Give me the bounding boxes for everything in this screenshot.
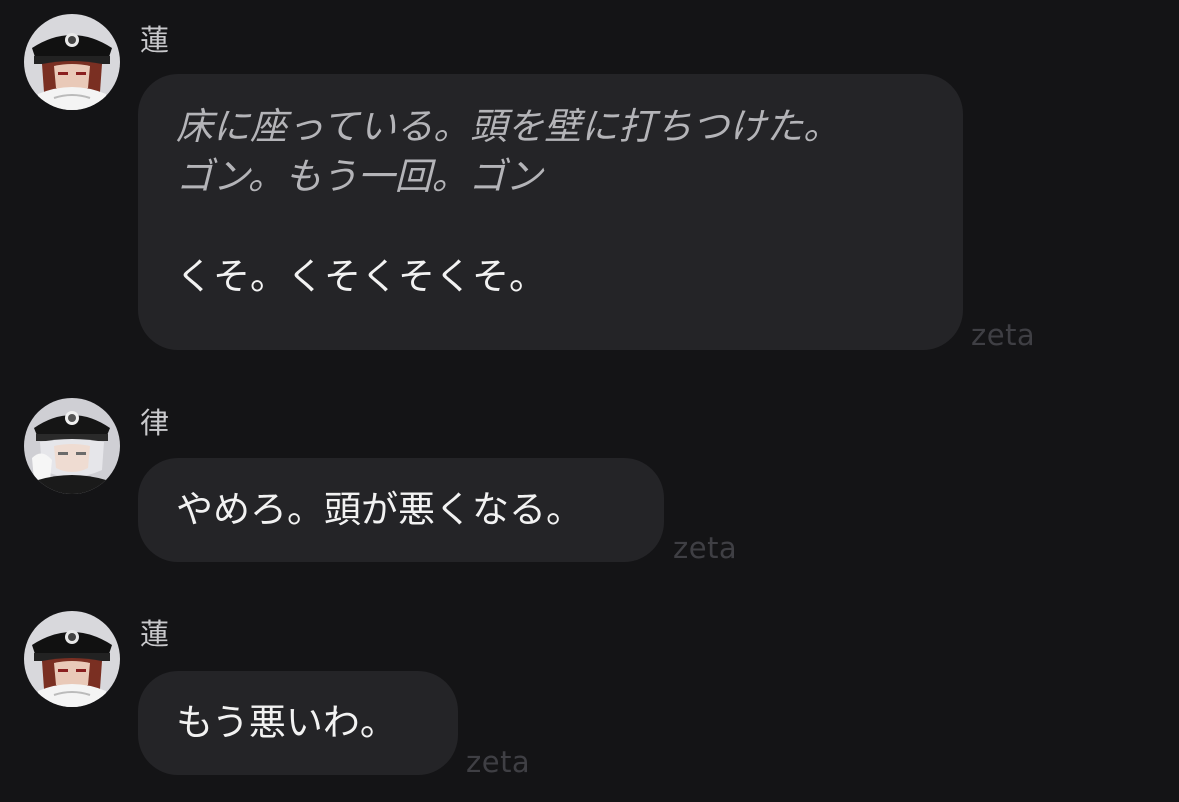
message-footer: zeta: [673, 531, 738, 565]
speech-text: もう悪いわ。: [176, 701, 397, 744]
action-text-line: 床に座っている。頭を壁に打ちつけた。: [176, 105, 841, 148]
sender-name: 蓮: [140, 23, 170, 57]
message-bubble[interactable]: やめろ。頭が悪くなる。: [138, 458, 664, 562]
message-bubble[interactable]: もう悪いわ。: [138, 671, 458, 775]
message-bubble[interactable]: 床に座っている。頭を壁に打ちつけた。 ゴン。もう一回。ゴン くそ。くそくそくそ。: [138, 74, 963, 350]
action-text-line: ゴン。もう一回。ゴン: [176, 155, 543, 198]
sender-name: 蓮: [140, 617, 170, 651]
message-footer: zeta: [466, 745, 531, 779]
avatar[interactable]: [24, 398, 120, 494]
message-footer: zeta: [971, 318, 1036, 352]
speech-text: くそ。くそくそくそ。: [176, 255, 546, 298]
avatar[interactable]: [24, 611, 120, 707]
avatar[interactable]: [24, 14, 120, 110]
speech-text: やめろ。頭が悪くなる。: [176, 488, 583, 531]
chat-thread: 蓮 床に座っている。頭を壁に打ちつけた。 ゴン。もう一回。ゴン くそ。くそくそく…: [0, 0, 1179, 802]
sender-name: 律: [140, 406, 170, 440]
